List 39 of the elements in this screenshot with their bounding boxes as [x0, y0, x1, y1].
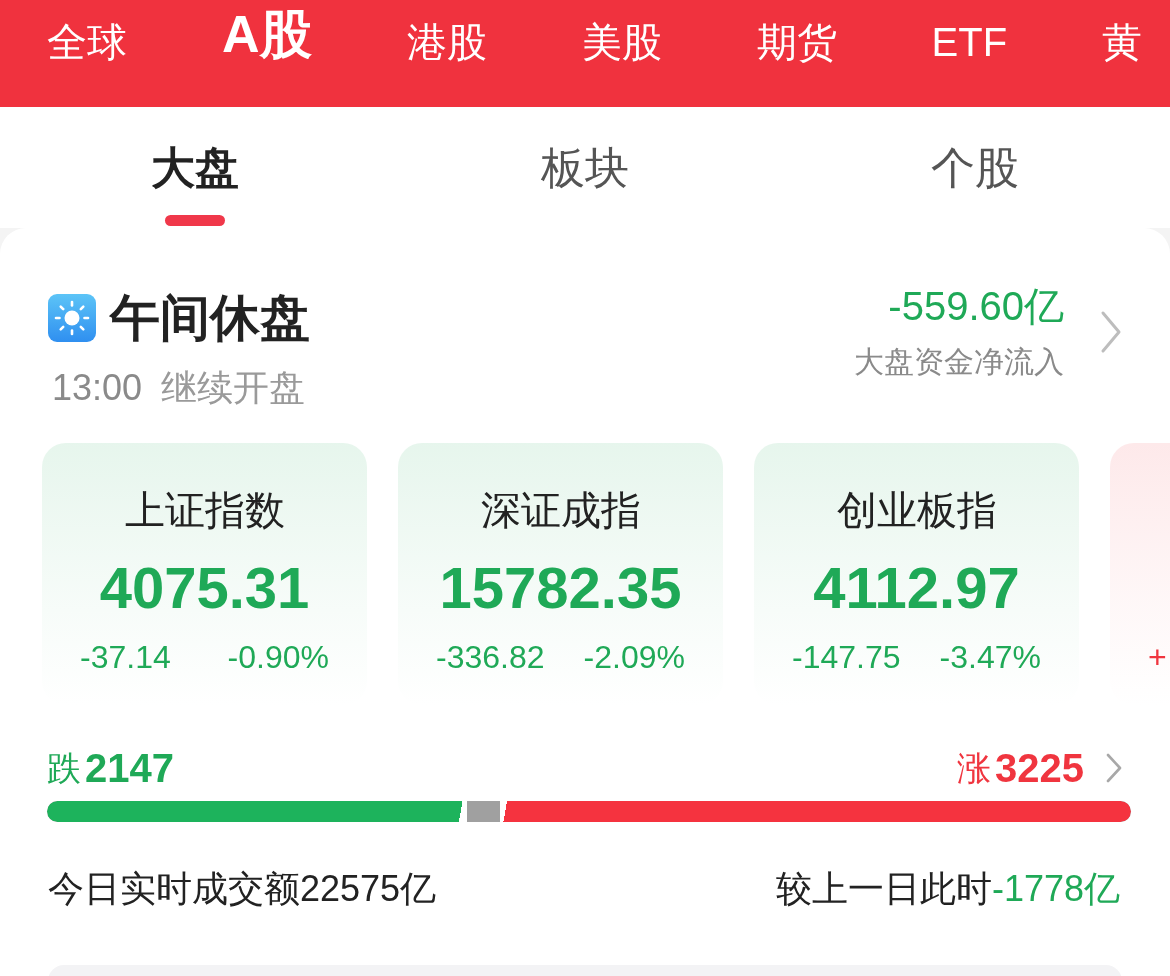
chevron-right-icon[interactable] [1106, 753, 1122, 783]
compare-label: 较上一日此时 [775, 867, 992, 911]
turnover-text: 今日实时成交额22575亿 [48, 867, 437, 911]
decline-label: 跌 [47, 748, 81, 789]
tab-indicator [165, 215, 225, 226]
market-tab[interactable]: 黄 [1102, 22, 1143, 62]
market-tab[interactable]: 期货 [756, 22, 837, 62]
index-change: -336.82 [436, 638, 545, 677]
index-value: 4075.31 [99, 554, 310, 622]
net-inflow-value: -559.60亿 [888, 283, 1064, 330]
net-inflow-label: 大盘资金净流入 [854, 344, 1064, 380]
market-tab[interactable]: 美股 [581, 22, 662, 62]
view-tab[interactable]: 板块 [390, 142, 780, 194]
advance-count: 3225 [995, 745, 1084, 792]
market-tab[interactable]: 港股 [406, 22, 487, 62]
chevron-right-icon[interactable] [1100, 310, 1122, 354]
index-name: 上证指数 [124, 487, 285, 534]
index-name: 创业板指 [836, 487, 997, 534]
index-change-percent: -3.47% [939, 638, 1041, 677]
resume-time: 13:00 [52, 366, 143, 410]
index-value: 4112.97 [813, 554, 1020, 622]
sun-icon [48, 294, 96, 342]
index-change: + [1148, 638, 1167, 677]
index-name: 深证成指 [480, 487, 641, 534]
index-change-percent: -0.90% [227, 638, 329, 677]
market-tab[interactable]: A股 [222, 8, 312, 60]
compare-value: -1778亿 [991, 867, 1120, 911]
decline-count: 2147 [85, 745, 174, 792]
resume-label: 继续开盘 [161, 366, 306, 410]
index-change: -37.14 [80, 638, 171, 677]
index-change-percent: -2.09% [583, 638, 685, 677]
advance-label: 涨 [957, 748, 991, 789]
index-change: -147.75 [792, 638, 901, 677]
view-tab[interactable]: 个股 [780, 142, 1170, 194]
market-tab[interactable]: 全球 [47, 22, 127, 62]
market-tab[interactable]: ETF [931, 22, 1008, 62]
view-tab[interactable]: 大盘 [0, 142, 390, 226]
session-status: 午间休盘 [110, 289, 310, 348]
index-value: 15782.35 [439, 554, 682, 622]
